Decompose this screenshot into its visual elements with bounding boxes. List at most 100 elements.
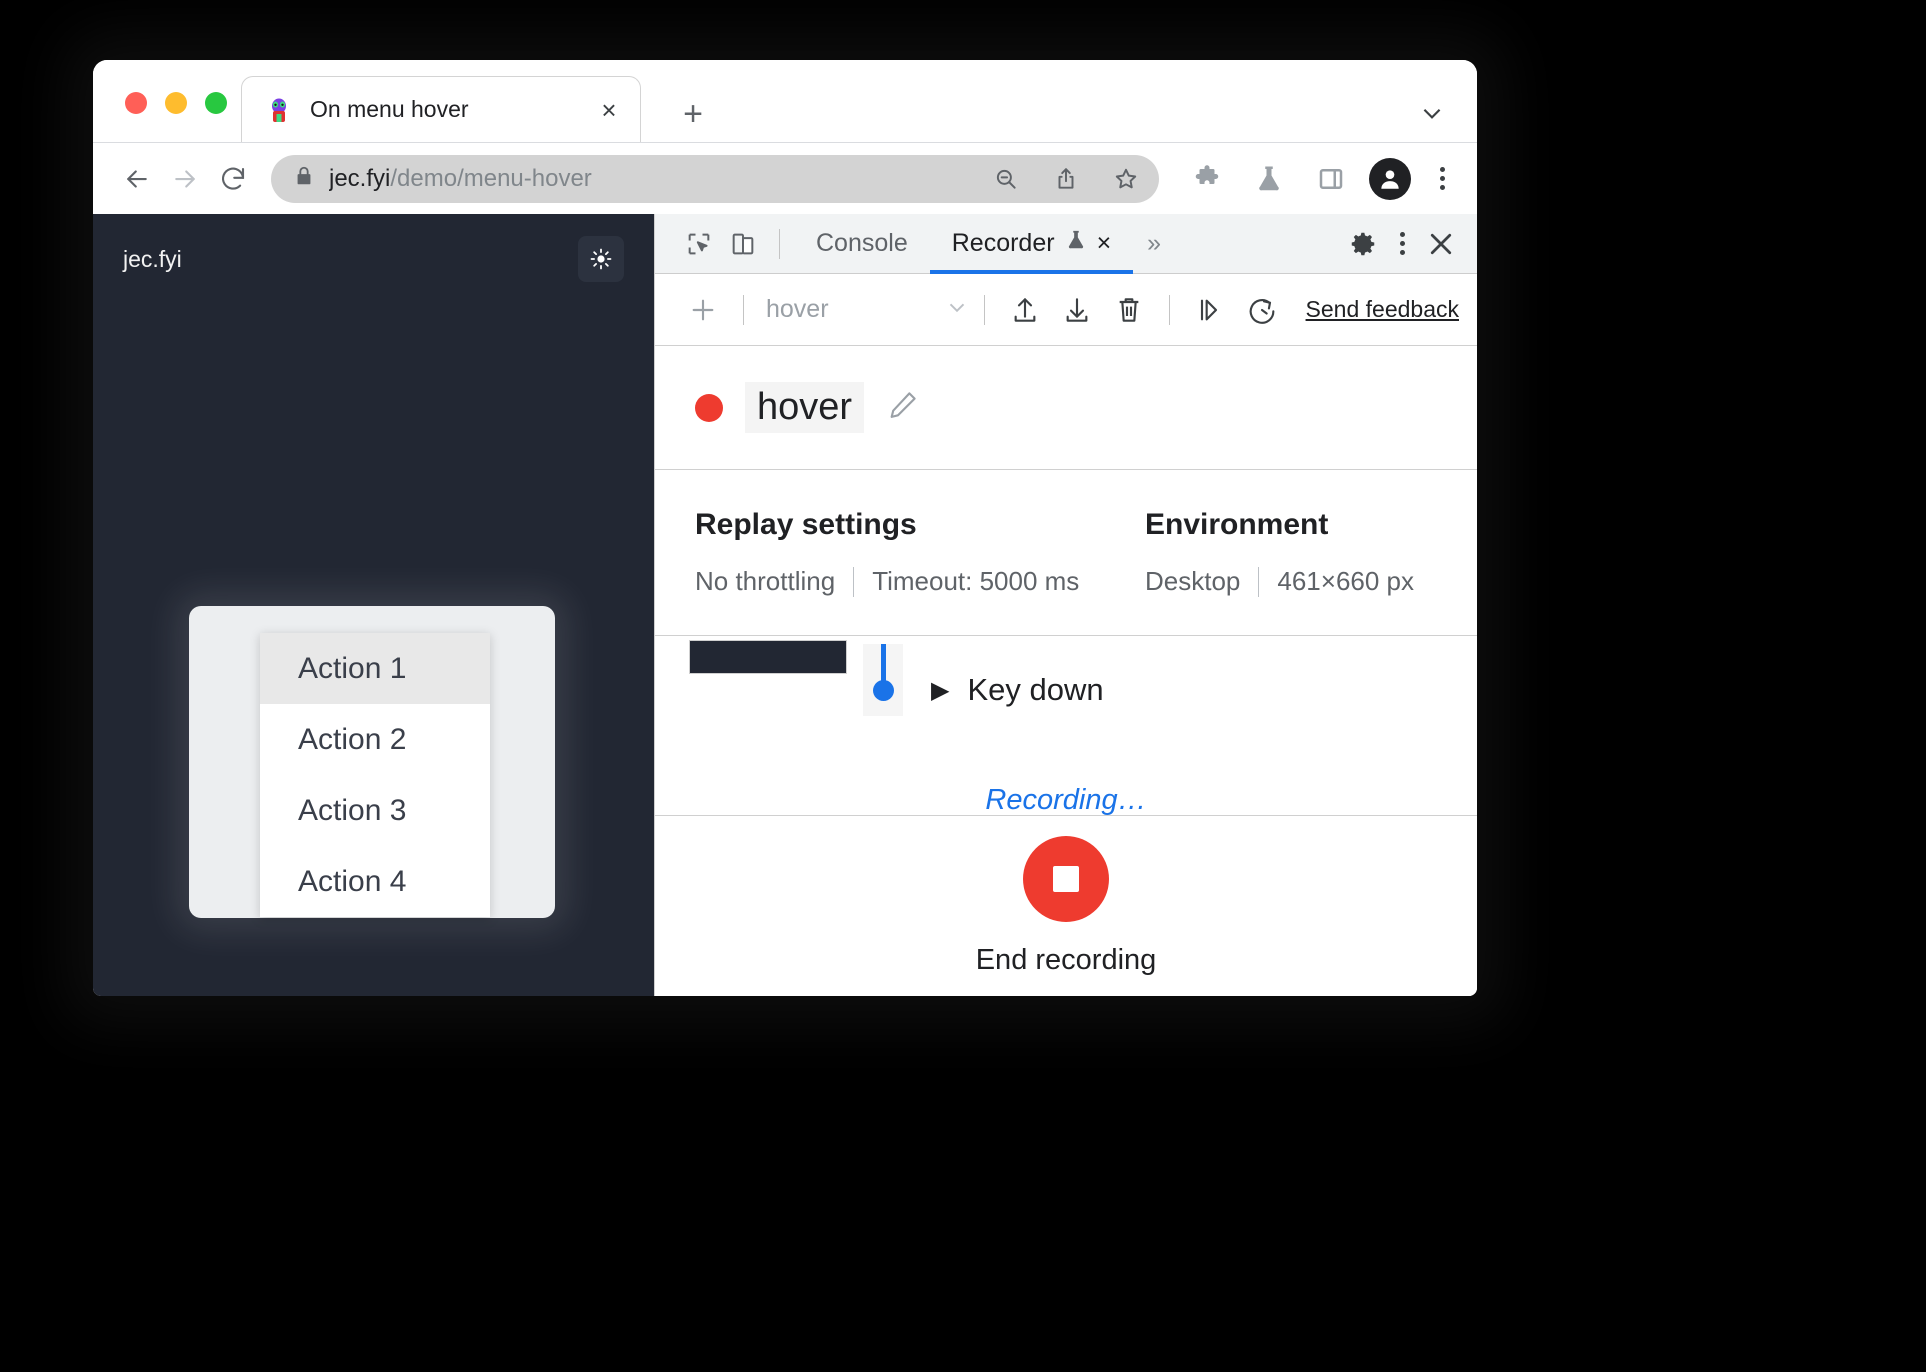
step-screenshot-thumb <box>689 640 847 674</box>
recorder-settings: Replay settings No throttling Timeout: 5… <box>655 470 1477 636</box>
forward-arrow-icon[interactable] <box>161 155 209 203</box>
tab-overflow-button[interactable]: » <box>1133 229 1175 258</box>
tab-console[interactable]: Console <box>794 214 930 274</box>
tab-label: Recorder <box>951 229 1055 257</box>
step-key-down[interactable]: ▶ Key down <box>863 644 1104 716</box>
devtools-panel: Console Recorder × » hover Send feedback… <box>654 214 1477 996</box>
page-brand[interactable]: jec.fyi <box>123 246 182 273</box>
browser-window: On menu hover × + jec.fyi/demo/menu-hove… <box>93 60 1477 996</box>
puzzle-icon[interactable] <box>1183 155 1231 203</box>
divider <box>853 566 855 597</box>
recorder-toolbar: hover Send feedback <box>655 274 1477 346</box>
close-icon[interactable]: × <box>594 95 624 125</box>
tab-recorder[interactable]: Recorder × <box>929 214 1134 274</box>
step-timeline-rail <box>863 644 903 716</box>
browser-toolbar: jec.fyi/demo/menu-hover <box>93 142 1477 214</box>
chevron-down-icon <box>944 294 970 325</box>
zoom-window-button[interactable] <box>205 92 227 114</box>
address-bar-text: jec.fyi/demo/menu-hover <box>329 165 975 193</box>
avatar[interactable] <box>1369 157 1411 200</box>
environment-heading: Environment <box>1145 508 1329 541</box>
pencil-icon[interactable] <box>886 388 920 427</box>
menu-item-action-3[interactable]: Action 3 <box>260 775 490 846</box>
tab-label: Console <box>816 229 908 257</box>
environment-group: Environment Desktop 461×660 px <box>1145 508 1414 597</box>
new-tab-button[interactable]: + <box>675 96 711 132</box>
chevron-down-icon[interactable] <box>1415 96 1449 130</box>
replay-speed-icon[interactable] <box>1236 284 1288 336</box>
timeout-value[interactable]: Timeout: 5000 ms <box>872 566 1079 597</box>
tab-strip: On menu hover × + <box>93 60 1477 142</box>
browser-content: jec.fyi Hover me! Action 1 Action 2 <box>93 214 1477 996</box>
menu-item-label: Action 2 <box>298 722 407 756</box>
recording-title[interactable]: hover <box>745 382 865 433</box>
browser-tab[interactable]: On menu hover × <box>241 76 641 142</box>
recorder-steps: ▶ Key down Recording… <box>655 636 1477 816</box>
omnibox-actions <box>989 162 1143 196</box>
minimize-window-button[interactable] <box>165 92 187 114</box>
browser-actions <box>1183 155 1459 203</box>
kebab-menu-icon[interactable] <box>1425 167 1459 190</box>
recording-status: Recording… <box>985 784 1147 816</box>
stop-square-icon <box>1053 865 1079 892</box>
viewport-value: 461×660 px <box>1277 566 1415 596</box>
gear-icon[interactable] <box>1341 222 1385 266</box>
toolbar-divider <box>779 228 780 259</box>
screenshot-stage: On menu hover × + jec.fyi/demo/menu-hove… <box>0 0 1926 1372</box>
send-feedback-link[interactable]: Send feedback <box>1306 296 1459 323</box>
close-icon[interactable]: × <box>1097 231 1112 256</box>
menu-item-action-1[interactable]: Action 1 <box>260 633 490 704</box>
end-recording-button[interactable] <box>1023 835 1109 922</box>
replay-settings-values: No throttling Timeout: 5000 ms <box>695 566 1145 597</box>
trash-icon[interactable] <box>1103 284 1155 336</box>
recorder-header: hover <box>655 346 1477 470</box>
address-bar[interactable]: jec.fyi/demo/menu-hover <box>271 154 1159 203</box>
menu-item-action-4[interactable]: Action 4 <box>260 846 490 917</box>
import-icon[interactable] <box>1051 284 1103 336</box>
recording-select-value: hover <box>766 295 829 323</box>
side-panel-icon[interactable] <box>1307 155 1355 203</box>
environment-values: Desktop 461×660 px <box>1145 566 1414 597</box>
page-viewport: jec.fyi Hover me! Action 1 Action 2 <box>93 214 654 996</box>
device-toolbar-icon[interactable] <box>721 222 765 266</box>
share-icon[interactable] <box>1049 162 1083 196</box>
menu-item-action-2[interactable]: Action 2 <box>260 704 490 775</box>
sun-icon[interactable] <box>578 236 624 282</box>
record-dot-icon <box>695 393 723 422</box>
close-icon[interactable] <box>1419 222 1463 266</box>
menu-item-label: Action 4 <box>298 864 407 898</box>
divider <box>1258 566 1260 597</box>
replay-settings-group: Replay settings No throttling Timeout: 5… <box>695 508 1145 597</box>
close-window-button[interactable] <box>125 92 147 114</box>
url-host: jec.fyi <box>329 164 391 192</box>
star-icon[interactable] <box>1109 162 1143 196</box>
device-value: Desktop <box>1145 566 1241 596</box>
step-label: Key down <box>967 672 1104 707</box>
flask-icon[interactable] <box>1245 155 1293 203</box>
flask-icon <box>1065 229 1087 258</box>
toolbar-divider <box>743 294 744 325</box>
back-arrow-icon[interactable] <box>113 155 161 203</box>
window-controls <box>125 92 227 114</box>
lock-icon <box>293 165 315 192</box>
end-recording-label: End recording <box>975 943 1157 976</box>
url-path: /demo/menu-hover <box>390 164 592 192</box>
add-recording-button[interactable] <box>677 284 729 336</box>
replay-icon[interactable] <box>1184 284 1236 336</box>
puppeteer-icon <box>266 97 292 123</box>
menu-item-label: Action 1 <box>298 651 407 685</box>
replay-settings-heading: Replay settings <box>695 508 917 541</box>
throttling-value[interactable]: No throttling <box>695 566 835 597</box>
export-icon[interactable] <box>999 284 1051 336</box>
zoom-out-icon[interactable] <box>989 162 1023 196</box>
inspect-cursor-icon[interactable] <box>677 222 721 266</box>
recording-select[interactable]: hover <box>766 294 970 325</box>
toolbar-divider <box>983 294 985 325</box>
reload-icon[interactable] <box>209 155 257 203</box>
tab-title: On menu hover <box>310 96 469 122</box>
kebab-menu-icon[interactable] <box>1385 232 1419 255</box>
devtools-tabbar: Console Recorder × » <box>655 214 1477 274</box>
menu-item-label: Action 3 <box>298 793 407 827</box>
chevron-right-icon[interactable]: ▶ <box>931 679 949 703</box>
hover-menu: Action 1 Action 2 Action 3 Action 4 <box>260 633 490 917</box>
